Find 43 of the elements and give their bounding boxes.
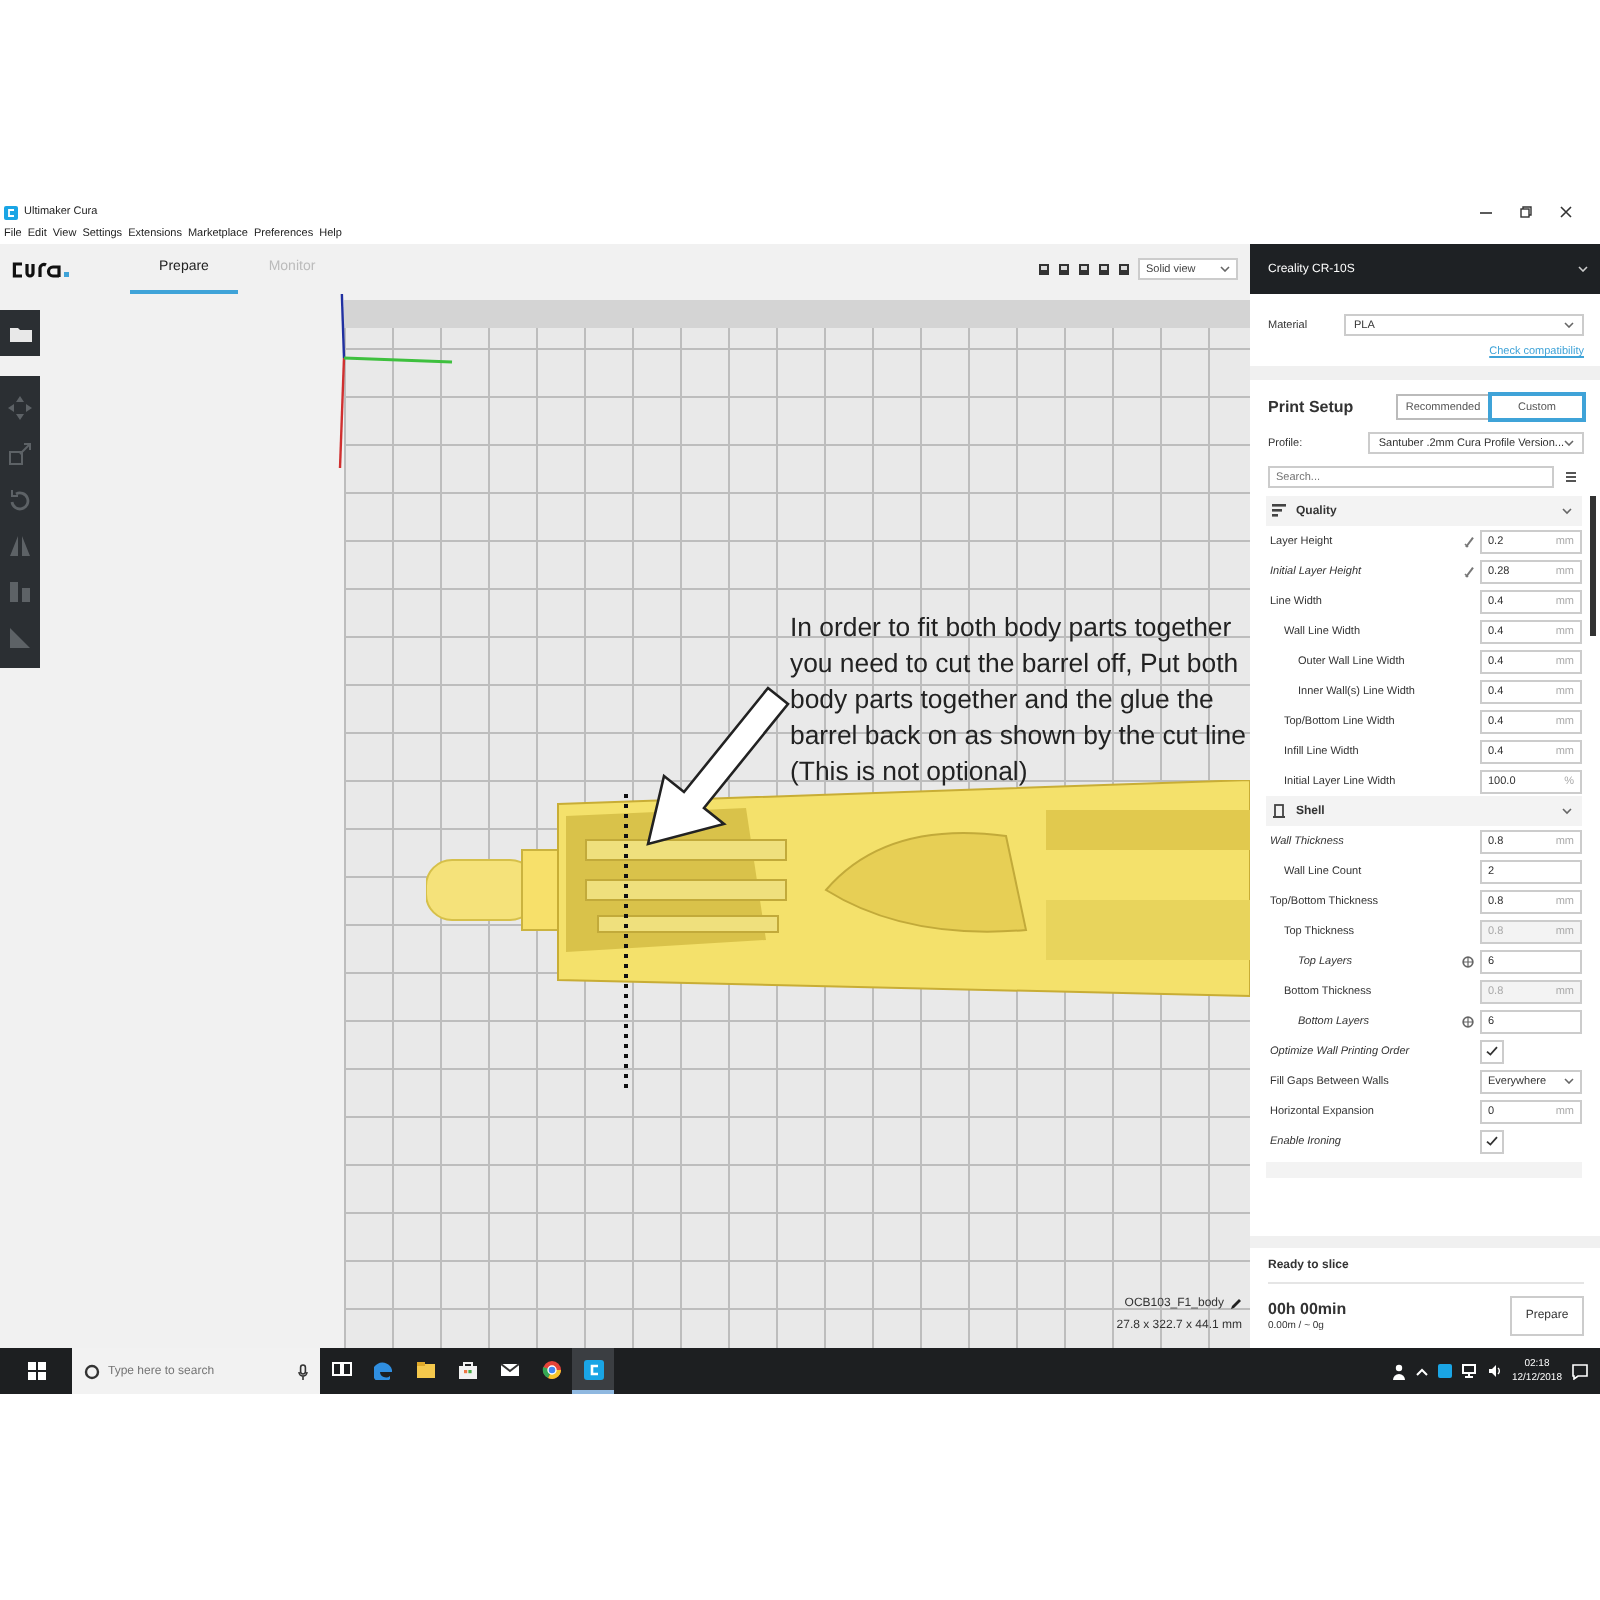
pencil-icon[interactable] [1230,1298,1242,1310]
speaker-icon[interactable] [1487,1364,1502,1378]
task-view-icon[interactable] [331,1359,351,1379]
camera-view-icon[interactable] [1038,262,1050,276]
shopping-bag-icon[interactable] [457,1359,477,1379]
chevron-down-icon [1564,322,1574,328]
microphone-icon[interactable] [298,1363,308,1379]
shell-icon [1272,804,1286,818]
network-icon[interactable] [1461,1364,1478,1378]
restore-icon[interactable] [1520,206,1532,218]
print-time: 00h 00min [1268,1300,1349,1318]
chevron-down-icon [1564,440,1574,446]
cura-app-icon[interactable] [583,1359,603,1379]
notification-icon[interactable] [1572,1363,1588,1379]
minimize-icon[interactable] [1480,206,1492,218]
camera-view-icon[interactable] [1058,262,1070,276]
camera-view-icon[interactable] [1118,262,1130,276]
windows-start-icon[interactable] [27,1362,45,1380]
folder-icon[interactable] [415,1359,435,1379]
cura-tray-icon[interactable] [1437,1364,1452,1378]
menu-icon[interactable] [1566,472,1576,482]
annotation-text: In order to fit both body parts together you need to cut the barrel off, Put both body parts together and the glue the barrel back on as shown by the cut line (This is not optional) [790,610,1246,790]
close-icon[interactable] [1560,206,1572,218]
chevron-down-icon [1578,266,1588,272]
camera-view-icon[interactable] [1078,262,1090,276]
person-icon[interactable] [1391,1363,1406,1379]
quality-icon [1272,504,1286,518]
chrome-browser-icon[interactable] [541,1359,561,1379]
edge-browser-icon[interactable] [373,1359,393,1379]
print-setup-title: Print Setup [1268,398,1356,416]
chevron-up-icon[interactable] [1415,1367,1428,1375]
scrollbar-thumb[interactable] [1590,496,1596,636]
link-icon[interactable] [1463,535,1473,547]
cortana-circle-icon[interactable] [84,1363,100,1379]
check-icon [1486,1136,1498,1146]
envelope-icon[interactable] [499,1359,519,1379]
chevron-down-icon [1220,266,1230,272]
link-icon[interactable] [1463,565,1473,577]
chevron-down-icon [1564,1078,1574,1084]
setting-checkbox[interactable] [1480,1039,1504,1063]
camera-view-icon[interactable] [1098,262,1110,276]
setting-checkbox[interactable] [1480,1129,1504,1153]
check-icon [1486,1046,1498,1056]
